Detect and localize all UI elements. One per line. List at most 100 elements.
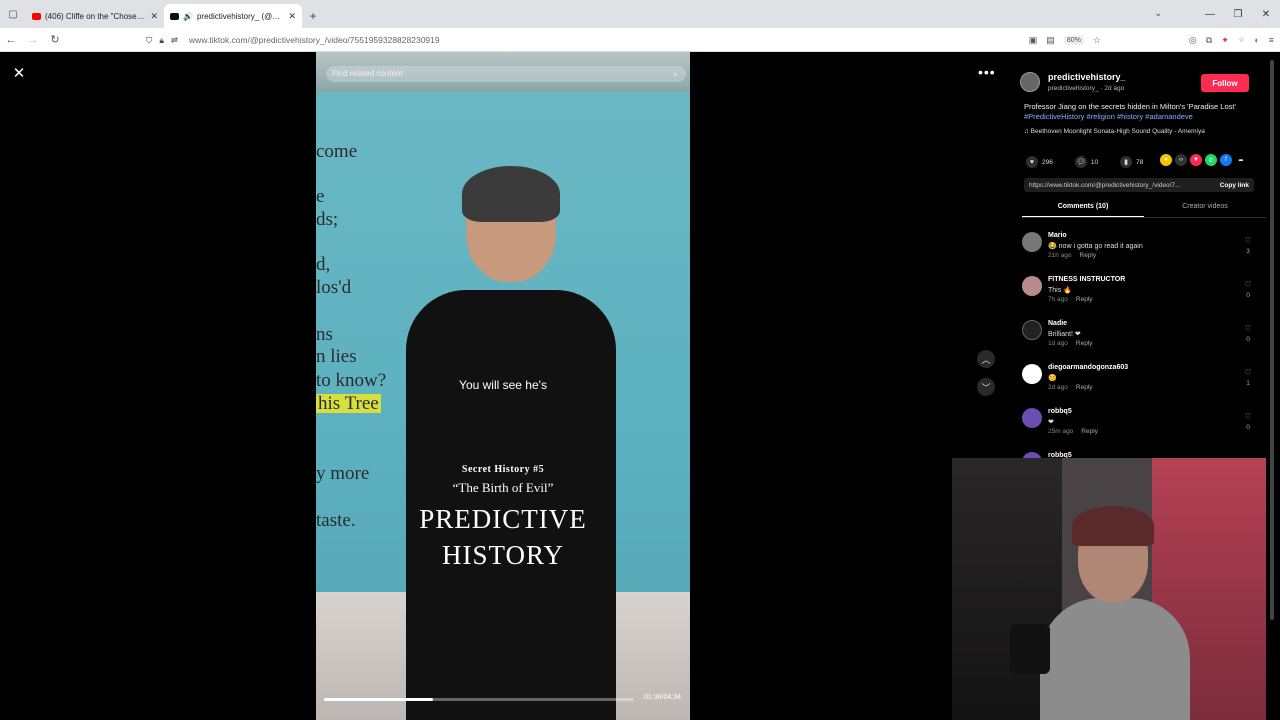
follow-button[interactable]: Follow xyxy=(1201,74,1249,92)
board-text-line: d, xyxy=(316,254,331,275)
minimize-icon[interactable]: — xyxy=(1196,0,1224,28)
extension-gray-icon[interactable]: ✧ xyxy=(1238,35,1246,46)
avatar[interactable] xyxy=(1022,232,1042,252)
next-video-icon[interactable]: ﹀ xyxy=(977,378,995,396)
window-close-icon[interactable]: ✕ xyxy=(1252,0,1280,28)
menu-icon[interactable]: ≡ xyxy=(1269,35,1274,45)
tab-list-icon[interactable]: ▢ xyxy=(0,0,26,28)
board-text-line: ds; xyxy=(316,209,339,230)
comment-author[interactable]: diegoarmandogonza603 xyxy=(1048,364,1128,371)
search-icon[interactable]: ⌕ xyxy=(673,66,678,82)
reload-icon[interactable]: ↻ xyxy=(44,33,66,46)
video-progress-bar[interactable] xyxy=(324,698,634,701)
streamer-body xyxy=(1040,598,1190,720)
comment-like-icon[interactable]: ♡ xyxy=(1242,236,1254,245)
reply-button[interactable]: Reply xyxy=(1076,296,1093,303)
extension-red-icon[interactable]: ✦ xyxy=(1221,35,1229,46)
tab-close-icon[interactable]: ✕ xyxy=(288,11,296,22)
comment-author[interactable]: FITNESS INSTRUCTOR xyxy=(1048,276,1125,283)
more-options-icon[interactable]: ••• xyxy=(978,64,996,80)
like-count: 296 xyxy=(1042,158,1053,166)
bookmark-icon[interactable]: ▮ xyxy=(1120,156,1133,168)
comment-like-icon[interactable]: ♡ xyxy=(1242,280,1254,289)
comment-author[interactable]: Nadie xyxy=(1048,320,1067,327)
tiktok-page: ✕ Find related content ⌕ come e ds; d, l… xyxy=(0,52,1280,720)
comment-time: 21h ago xyxy=(1048,252,1072,259)
repost-icon[interactable]: ▼ xyxy=(1190,154,1202,166)
browser-tab-youtube[interactable]: (406) Cliffe on the "Chosen Peo ✕ xyxy=(26,4,164,28)
creator-subline: predictivehistory_ · 2d ago xyxy=(1048,85,1125,92)
avatar[interactable] xyxy=(1022,320,1042,340)
tab-comments[interactable]: Comments (10) xyxy=(1022,198,1144,217)
tab-overflow-chevron-icon[interactable]: ⌄ xyxy=(1154,8,1162,19)
lock-icon[interactable]: 🔒︎ xyxy=(159,35,164,46)
back-icon[interactable]: ← xyxy=(0,34,22,46)
comment-time: 25m ago xyxy=(1048,428,1074,435)
restore-icon[interactable]: ❐ xyxy=(1224,0,1252,28)
facebook-icon[interactable]: f xyxy=(1220,154,1232,166)
creator-avatar[interactable] xyxy=(1020,72,1040,92)
browser-tab-tiktok[interactable]: 🔊 predictivehistory_ (@predic ✕ xyxy=(164,4,302,28)
comment-item: diegoarmandogonza603 😊 2d ago Reply ♡ 1 xyxy=(1020,362,1266,406)
scrollbar-thumb[interactable] xyxy=(1270,60,1274,620)
video-subtitle: You will see he's xyxy=(459,378,547,392)
heart-icon[interactable]: ♥ xyxy=(1026,156,1038,168)
reply-button[interactable]: Reply xyxy=(1076,384,1093,391)
related-search-input[interactable]: Find related content ⌕ xyxy=(326,66,686,82)
creator-username[interactable]: predictivehistory_ xyxy=(1048,72,1126,82)
share-buttons: ● ‹› ▼ ✆ f ➦ xyxy=(1160,154,1247,166)
video-episode-title: “The Birth of Evil” xyxy=(452,480,554,495)
browser-tab-bar: ▢ (406) Cliffe on the "Chosen Peo ✕ 🔊 pr… xyxy=(0,0,1280,28)
comment-icon[interactable]: 💬︎ xyxy=(1074,156,1087,168)
shield-icon[interactable]: ⛉ xyxy=(146,35,152,46)
forward-icon[interactable]: → xyxy=(22,34,44,46)
share-link-url[interactable]: https://www.tiktok.com/@predictivehistor… xyxy=(1024,182,1215,189)
tab-title: (406) Cliffe on the "Chosen Peo xyxy=(45,11,147,21)
account-icon[interactable]: ◎ xyxy=(1189,35,1197,46)
embed-icon[interactable]: ‹› xyxy=(1175,154,1187,166)
post-details-panel: predictivehistory_ predictivehistory_ · … xyxy=(1016,52,1266,472)
address-bar[interactable]: www.tiktok.com/@predictivehistory_/video… xyxy=(189,35,440,45)
comment-item: robbq5 ❤ 25m ago Reply ♡ 0 xyxy=(1020,406,1266,450)
avatar[interactable] xyxy=(1022,408,1042,428)
music-link[interactable]: ♫ Beethoven Moonlight Sonata-High Sound … xyxy=(1024,128,1205,135)
comment-like-icon[interactable]: ♡ xyxy=(1242,412,1254,421)
extensions-icon[interactable]: ⧉ xyxy=(1206,35,1212,46)
board-text-line: ns xyxy=(316,324,333,345)
extension-purple-icon[interactable]: ◐ xyxy=(1254,35,1259,45)
close-video-icon[interactable]: ✕ xyxy=(10,64,28,82)
reply-button[interactable]: Reply xyxy=(1080,252,1097,259)
avatar[interactable] xyxy=(1022,276,1042,296)
comment-like-icon[interactable]: ♡ xyxy=(1242,324,1254,333)
avatar[interactable] xyxy=(1022,364,1042,384)
whatsapp-icon[interactable]: ✆ xyxy=(1205,154,1217,166)
panel-scrollbar[interactable] xyxy=(1268,52,1276,632)
comment-author[interactable]: Mario xyxy=(1048,232,1067,239)
reader-view-icon[interactable]: ▤ xyxy=(1046,35,1055,46)
picture-in-picture-icon[interactable]: ▣ xyxy=(1029,35,1038,46)
comment-count: 10 xyxy=(1090,158,1099,166)
tab-creator-videos[interactable]: Creator videos xyxy=(1144,198,1266,217)
comment-text: This 🔥 xyxy=(1048,287,1072,294)
brand-watermark-line2: HISTORY xyxy=(441,540,565,570)
hashtag-links[interactable]: #PredictiveHistory #religion #history #a… xyxy=(1024,112,1193,121)
video-player[interactable]: Find related content ⌕ come e ds; d, los… xyxy=(316,52,690,720)
tab-close-icon[interactable]: ✕ xyxy=(150,11,158,22)
previous-video-icon[interactable]: ︿ xyxy=(977,350,995,368)
presenter-hair xyxy=(462,166,560,222)
reply-button[interactable]: Reply xyxy=(1081,428,1098,435)
copy-link-button[interactable]: Copy link xyxy=(1215,182,1254,189)
comment-author[interactable]: robbq5 xyxy=(1048,408,1072,415)
comment-like-icon[interactable]: ♡ xyxy=(1242,368,1254,377)
permissions-icon[interactable]: ⇌ xyxy=(171,35,178,46)
webcam-overlay xyxy=(952,458,1266,720)
speaker-icon[interactable]: 🔊 xyxy=(183,12,193,21)
share-arrow-icon[interactable]: ➦ xyxy=(1235,154,1247,166)
comment-like-count: 1 xyxy=(1246,380,1250,387)
panel-tabs: Comments (10) Creator videos xyxy=(1022,198,1266,218)
zoom-level[interactable]: 80% xyxy=(1063,35,1084,45)
bookmark-star-icon[interactable]: ☆ xyxy=(1093,35,1101,46)
reply-button[interactable]: Reply xyxy=(1076,340,1093,347)
new-tab-button[interactable]: + xyxy=(302,4,324,28)
coin-share-icon[interactable]: ● xyxy=(1160,154,1172,166)
